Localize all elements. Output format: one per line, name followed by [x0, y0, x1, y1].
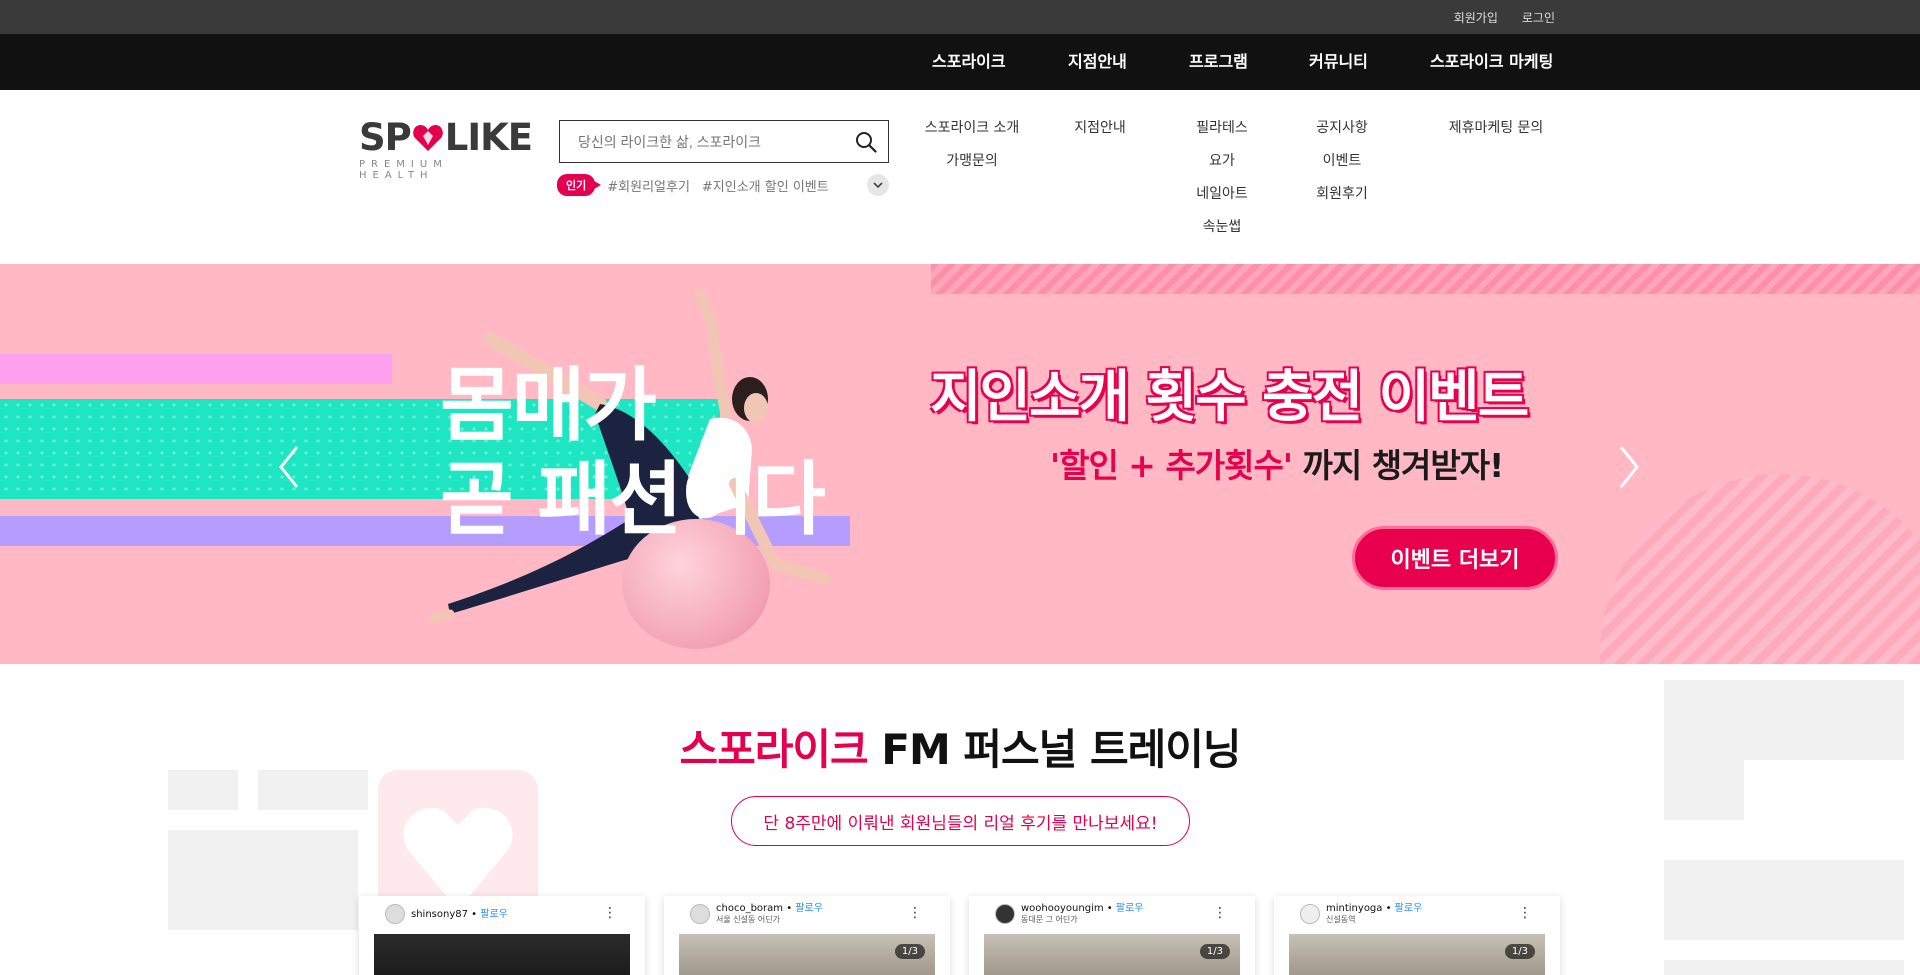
section-title-rest: FM 퍼스널 트레이닝	[867, 725, 1241, 774]
review-cards: shinsony87 • 팔로우 ⋮ choco_boram • 팔로우 서울 신…	[359, 896, 1560, 975]
submenu-item[interactable]: 회원후기	[1302, 184, 1382, 217]
instagram-card[interactable]: shinsony87 • 팔로우 ⋮	[359, 896, 645, 975]
login-link[interactable]: 로그인	[1522, 9, 1555, 26]
search-icon[interactable]	[844, 121, 888, 162]
card-image: 1/3	[984, 934, 1240, 975]
card-image: 1/3	[1289, 934, 1545, 975]
decorative-circle	[1600, 474, 1920, 664]
popular-tag[interactable]: #지인소개 할인 이벤트	[702, 176, 829, 195]
hero-subtitle-rest: 까지 챙겨받자!	[1292, 446, 1504, 485]
personal-training-section: 스포라이크 FM 퍼스널 트레이닝 단 8주만에 이뤄낸 회원님들의 리얼 후기…	[0, 664, 1920, 975]
section-title: 스포라이크 FM 퍼스널 트레이닝	[0, 716, 1920, 777]
follow-link[interactable]: 팔로우	[1116, 903, 1144, 914]
next-arrow-icon[interactable]	[1613, 442, 1643, 492]
main-navigation: 스포라이크 지점안내 프로그램 커뮤니티 스포라이크 마케팅	[0, 34, 1920, 90]
submenu-item[interactable]: 지점안내	[1060, 118, 1140, 151]
card-location: 동대문 그 어딘가	[1021, 915, 1078, 924]
search-input[interactable]	[560, 121, 844, 162]
submenu-item[interactable]: 필라테스	[1182, 118, 1262, 151]
follow-link[interactable]: 팔로우	[795, 903, 823, 914]
instagram-card[interactable]: woohooyoungim • 팔로우 동대문 그 어딘가 ⋮ 1/3	[969, 896, 1255, 975]
avatar	[995, 904, 1015, 924]
submenu-item[interactable]: 스포라이크 소개	[922, 118, 1022, 151]
instagram-card[interactable]: choco_boram • 팔로우 서울 신설동 어딘가 ⋮ 1/3	[664, 896, 950, 975]
nav-item-programs[interactable]: 프로그램	[1189, 34, 1248, 90]
card-image	[374, 934, 630, 975]
instagram-card[interactable]: mintinyoga • 팔로우 신설동역 ⋮ 1/3	[1274, 896, 1560, 975]
submenu-item[interactable]: 제휴마케팅 문의	[1436, 118, 1556, 151]
avatar	[690, 904, 710, 924]
submenu-branches: 지점안내	[1060, 118, 1140, 151]
more-options-icon[interactable]: ⋮	[908, 906, 922, 920]
card-location: 신설동역	[1326, 915, 1356, 924]
popular-keywords: 인기 #회원리얼후기 #지인소개 할인 이벤트	[557, 174, 889, 196]
chevron-down-icon[interactable]	[867, 174, 889, 196]
submenu-spolike: 스포라이크 소개 가맹문의	[922, 118, 1022, 184]
submenu-item[interactable]: 이벤트	[1302, 151, 1382, 184]
hero-banner[interactable]: 몸매가 곧 패션이다 지인소개 횟수 충전 이벤트 '할인 + 추가횟수' 까지…	[0, 264, 1920, 664]
top-utility-bar: 회원가입 로그인	[0, 0, 1920, 34]
search-box	[559, 120, 889, 163]
card-username: shinsony87	[411, 908, 468, 920]
hero-title: 지인소개 횟수 충전 이벤트	[930, 365, 1529, 430]
avatar	[1300, 904, 1320, 924]
more-options-icon[interactable]: ⋮	[1518, 906, 1532, 920]
real-review-button[interactable]: 단 8주만에 이뤄낸 회원님들의 리얼 후기를 만나보세요!	[731, 796, 1190, 846]
hero-subtitle: '할인 + 추가횟수' 까지 챙겨받자!	[1050, 439, 1504, 487]
image-counter: 1/3	[1199, 944, 1230, 959]
heart-logo-icon	[412, 123, 444, 153]
submenu-programs: 필라테스 요가 네일아트 속눈썹	[1182, 118, 1262, 250]
card-image: 1/3	[679, 934, 935, 975]
hero-slogan: 몸매가 곧 패션이다	[440, 359, 826, 546]
nav-item-community[interactable]: 커뮤니티	[1309, 34, 1368, 90]
submenu-item[interactable]: 가맹문의	[922, 151, 1022, 184]
submenu-item[interactable]: 공지사항	[1302, 118, 1382, 151]
card-username: mintinyoga	[1326, 903, 1383, 914]
event-more-button[interactable]: 이벤트 더보기	[1352, 526, 1558, 590]
decorative-stripe	[931, 264, 1920, 294]
submenu-community: 공지사항 이벤트 회원후기	[1302, 118, 1382, 217]
nav-item-spolike[interactable]: 스포라이크	[932, 34, 1006, 90]
avatar	[385, 904, 405, 924]
nav-item-branches[interactable]: 지점안내	[1068, 34, 1127, 90]
nav-item-marketing[interactable]: 스포라이크 마케팅	[1430, 34, 1553, 90]
decorative-band	[0, 354, 392, 384]
submenu-marketing: 제휴마케팅 문의	[1436, 118, 1556, 151]
more-options-icon[interactable]: ⋮	[1213, 906, 1227, 920]
image-counter: 1/3	[894, 944, 925, 959]
image-counter: 1/3	[1504, 944, 1535, 959]
popular-badge: 인기	[557, 174, 602, 196]
submenu-item[interactable]: 네일아트	[1182, 184, 1262, 217]
popular-tag[interactable]: #회원리얼후기	[607, 176, 690, 195]
hero-subtitle-highlight: '할인 + 추가횟수'	[1050, 446, 1293, 485]
signup-link[interactable]: 회원가입	[1454, 9, 1498, 26]
submenu-item[interactable]: 속눈썹	[1182, 217, 1262, 250]
more-options-icon[interactable]: ⋮	[603, 906, 617, 920]
card-username: woohooyoungim	[1021, 903, 1104, 914]
logo-text-left: SP	[359, 116, 412, 159]
logo[interactable]: SP LIKE PREMIUM HEALTH	[359, 116, 533, 181]
follow-link[interactable]: 팔로우	[1395, 903, 1423, 914]
header: SP LIKE PREMIUM HEALTH 인기 #회원리얼후기 #지인소개 …	[0, 90, 1920, 264]
follow-link[interactable]: 팔로우	[480, 909, 508, 920]
card-location: 서울 신설동 어딘가	[716, 915, 780, 924]
card-username: choco_boram	[716, 903, 784, 914]
logo-text-right: LIKE	[444, 116, 533, 159]
submenu-item[interactable]: 요가	[1182, 151, 1262, 184]
logo-tagline: PREMIUM HEALTH	[359, 159, 448, 181]
section-title-accent: 스포라이크	[679, 725, 868, 774]
prev-arrow-icon[interactable]	[275, 442, 305, 492]
